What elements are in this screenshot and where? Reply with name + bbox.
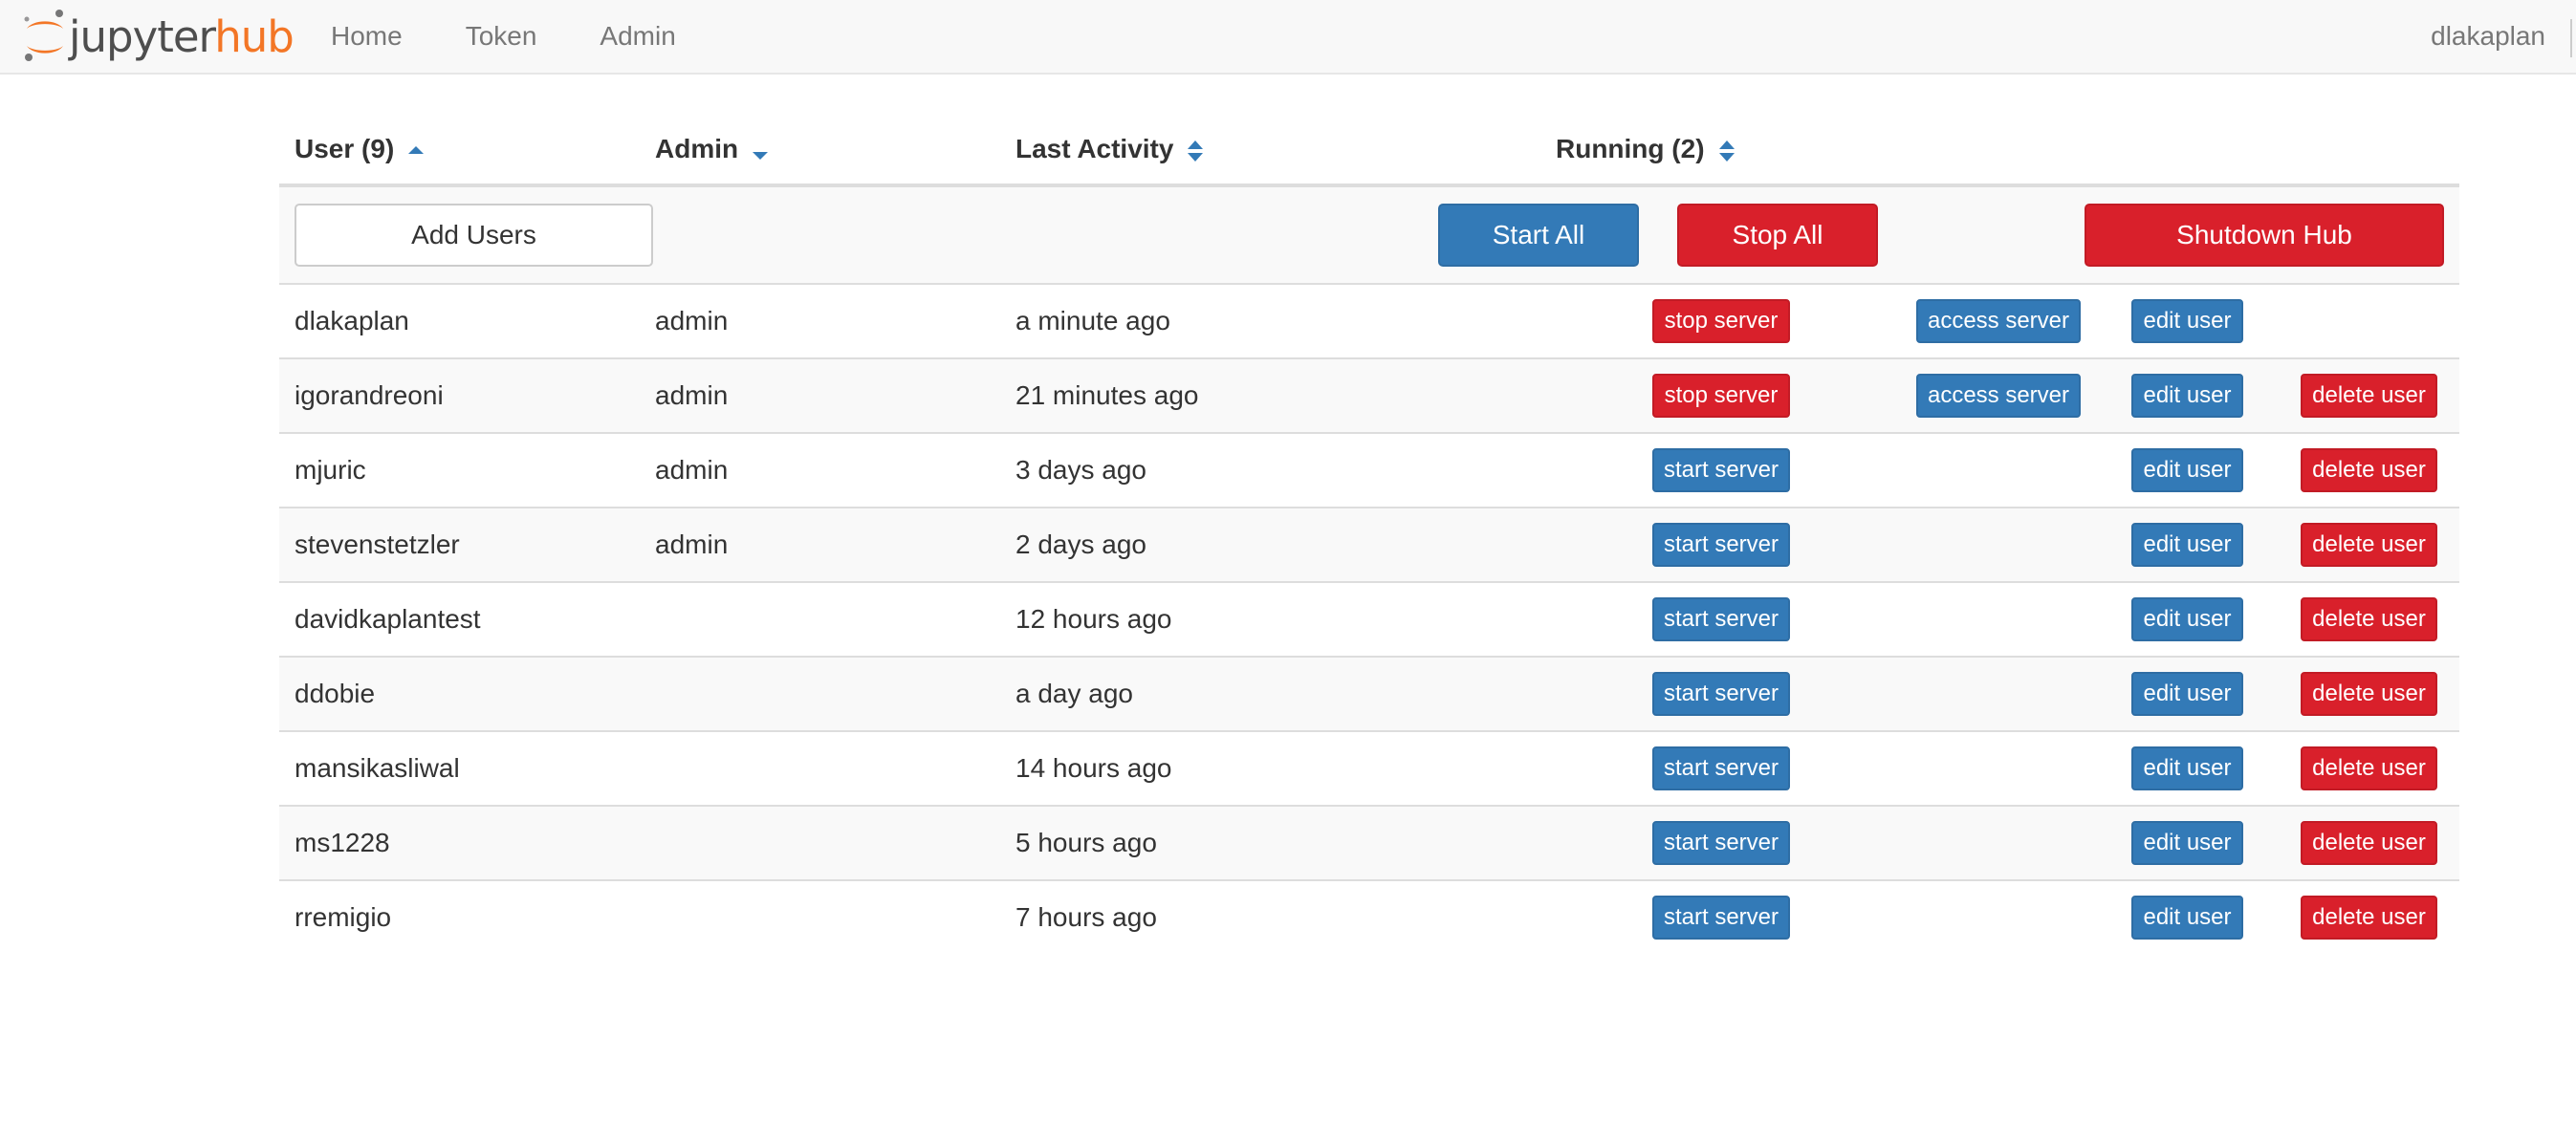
brand-jupyter: jupyter — [69, 11, 215, 62]
column-header-user[interactable]: User (9) — [295, 113, 425, 185]
admin-status-cell: admin — [655, 455, 729, 485]
column-header-user-label: User (9) — [295, 134, 395, 163]
column-header-running-label: Running (2) — [1556, 134, 1705, 163]
access-server-button[interactable]: access server — [1916, 374, 2081, 418]
navbar: jupyterhub Home Token Admin dlakaplan — [0, 0, 2576, 75]
add-users-button[interactable]: Add Users — [295, 204, 653, 267]
start-server-button[interactable]: start server — [1652, 597, 1790, 641]
column-header-admin-label: Admin — [655, 134, 739, 163]
user-row: stevenstetzler admin 2 days ago start serve… — [279, 507, 2459, 581]
nav-username[interactable]: dlakaplan — [2431, 0, 2545, 73]
controls-row: Add Users Start All Stop All Shutdown Hu… — [279, 187, 2459, 283]
start-server-button[interactable]: start server — [1652, 523, 1790, 567]
user-row: dlakaplan admin a minute ago stop server acc… — [279, 283, 2459, 357]
user-row: ddobie a day ago start server edit user dele… — [279, 656, 2459, 730]
edit-user-button[interactable]: edit user — [2131, 299, 2243, 343]
last-activity-cell: 12 hours ago — [1015, 604, 1172, 634]
start-server-button[interactable]: start server — [1652, 746, 1790, 790]
delete-user-button[interactable]: delete user — [2301, 672, 2437, 716]
delete-user-button[interactable]: delete user — [2301, 374, 2437, 418]
last-activity-cell: a day ago — [1015, 679, 1133, 708]
last-activity-cell: a minute ago — [1015, 306, 1170, 335]
brand-hub: hub — [214, 11, 295, 62]
user-row: davidkaplantest 12 hours ago start server e… — [279, 581, 2459, 656]
stop-server-button[interactable]: stop server — [1652, 374, 1790, 418]
admin-status-cell: admin — [655, 306, 729, 335]
user-row: igorandreoni admin 21 minutes ago stop serv… — [279, 357, 2459, 432]
stop-all-button[interactable]: Stop All — [1677, 204, 1878, 267]
nav-links: Home Token Admin — [331, 0, 739, 73]
username-cell: ms1228 — [295, 828, 390, 857]
start-server-button[interactable]: start server — [1652, 821, 1790, 865]
delete-user-button[interactable]: delete user — [2301, 746, 2437, 790]
last-activity-cell: 21 minutes ago — [1015, 380, 1199, 410]
username-cell: rremigio — [295, 902, 392, 932]
edit-user-button[interactable]: edit user — [2131, 672, 2243, 716]
last-activity-cell: 7 hours ago — [1015, 902, 1157, 932]
delete-user-button[interactable]: delete user — [2301, 597, 2437, 641]
start-all-button[interactable]: Start All — [1438, 204, 1639, 267]
navbar-edge-divider — [2570, 19, 2576, 57]
sort-asc-icon — [407, 140, 425, 162]
edit-user-button[interactable]: edit user — [2131, 448, 2243, 492]
brand-text: jupyterhub — [69, 10, 295, 65]
username-cell: dlakaplan — [295, 306, 409, 335]
user-row: ms1228 5 hours ago start server edit user de… — [279, 805, 2459, 879]
edit-user-button[interactable]: edit user — [2131, 896, 2243, 940]
admin-users-table: User (9) Admin Last Activity Running (2)… — [279, 113, 2459, 954]
start-server-button[interactable]: start server — [1652, 448, 1790, 492]
nav-link-token[interactable]: Token — [466, 0, 537, 73]
column-header-running[interactable]: Running (2) — [1556, 113, 1736, 185]
nav-link-home[interactable]: Home — [331, 0, 403, 73]
delete-user-button[interactable]: delete user — [2301, 821, 2437, 865]
delete-user-button[interactable]: delete user — [2301, 896, 2437, 940]
column-header-last-activity-label: Last Activity — [1015, 134, 1174, 163]
username-cell: igorandreoni — [295, 380, 444, 410]
jupyter-logo-icon — [24, 10, 63, 61]
sort-icon — [1187, 137, 1204, 165]
table-header-row: User (9) Admin Last Activity Running (2) — [279, 113, 2459, 187]
nav-link-admin[interactable]: Admin — [600, 0, 675, 73]
edit-user-button[interactable]: edit user — [2131, 597, 2243, 641]
edit-user-button[interactable]: edit user — [2131, 821, 2243, 865]
access-server-button[interactable]: access server — [1916, 299, 2081, 343]
shutdown-hub-button[interactable]: Shutdown Hub — [2085, 204, 2444, 267]
admin-status-cell: admin — [655, 530, 729, 559]
username-cell: stevenstetzler — [295, 530, 460, 559]
username-cell: davidkaplantest — [295, 604, 481, 634]
last-activity-cell: 2 days ago — [1015, 530, 1146, 559]
user-rows: dlakaplan admin a minute ago stop server acc… — [279, 283, 2459, 954]
sort-icon — [1718, 137, 1736, 165]
start-server-button[interactable]: start server — [1652, 672, 1790, 716]
delete-user-button[interactable]: delete user — [2301, 523, 2437, 567]
admin-status-cell: admin — [655, 380, 729, 410]
delete-user-button[interactable]: delete user — [2301, 448, 2437, 492]
last-activity-cell: 14 hours ago — [1015, 753, 1172, 783]
username-cell: ddobie — [295, 679, 376, 708]
last-activity-cell: 5 hours ago — [1015, 828, 1157, 857]
column-header-admin[interactable]: Admin — [655, 113, 769, 185]
sort-desc-icon — [752, 140, 769, 162]
edit-user-button[interactable]: edit user — [2131, 374, 2243, 418]
user-row: mjuric admin 3 days ago start server edit us… — [279, 432, 2459, 507]
column-header-last-activity[interactable]: Last Activity — [1015, 113, 1204, 185]
user-row: rremigio 7 hours ago start server edit user… — [279, 879, 2459, 954]
user-row: mansikasliwal 14 hours ago start server edi… — [279, 730, 2459, 805]
start-server-button[interactable]: start server — [1652, 896, 1790, 940]
edit-user-button[interactable]: edit user — [2131, 523, 2243, 567]
last-activity-cell: 3 days ago — [1015, 455, 1146, 485]
edit-user-button[interactable]: edit user — [2131, 746, 2243, 790]
username-cell: mansikasliwal — [295, 753, 460, 783]
username-cell: mjuric — [295, 455, 366, 485]
stop-server-button[interactable]: stop server — [1652, 299, 1790, 343]
